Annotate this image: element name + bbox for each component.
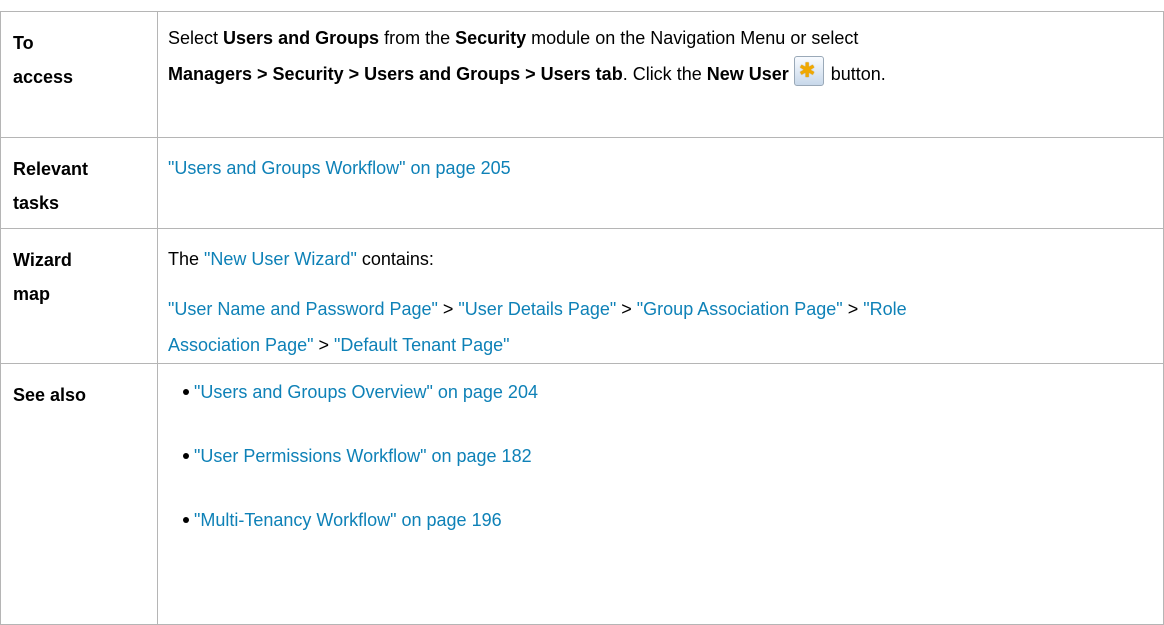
link-group-association-page[interactable]: "Group Association Page" <box>637 299 843 319</box>
bold-new-user: New User <box>706 64 789 84</box>
star-icon: ✱ <box>798 60 816 82</box>
label-relevant-tasks: Relevant tasks <box>0 137 158 229</box>
label-line-1: Relevant <box>13 159 89 179</box>
link-role-association-page-part-1[interactable]: "Role <box>863 299 906 319</box>
separator: > <box>842 299 864 319</box>
list-item: "User Permissions Workflow" on page 182 <box>168 438 1157 502</box>
label-wizard-map: Wizard map <box>0 228 158 364</box>
text: contains: <box>356 249 434 269</box>
label-line-2: map <box>13 284 51 304</box>
list-item: "Users and Groups Overview" on page 204 <box>168 374 1157 438</box>
text: module on the Navigation Menu or select <box>526 28 859 48</box>
link-new-user-wizard[interactable]: "New User Wizard" <box>204 249 357 269</box>
label-see-also: See also <box>0 363 158 625</box>
access-line-2: Managers > Security > Users and Groups >… <box>168 56 1157 92</box>
text: button. <box>825 64 886 84</box>
link-users-and-groups-workflow[interactable]: "Users and Groups Workflow" on page 205 <box>168 158 511 178</box>
separator: > <box>437 299 459 319</box>
link-default-tenant-page[interactable]: "Default Tenant Page" <box>334 335 510 355</box>
row-to-access: To access Select Users and Groups from t… <box>0 11 1164 138</box>
tasks-line: "Users and Groups Workflow" on page 205 <box>168 150 1157 186</box>
bullet-icon <box>183 453 189 459</box>
separator: > <box>616 299 637 319</box>
label-line-1: To <box>13 33 34 53</box>
access-line-1: Select Users and Groups from the Securit… <box>168 20 1157 56</box>
content-see-also: "Users and Groups Overview" on page 204 … <box>157 363 1164 625</box>
separator: > <box>313 335 334 355</box>
label-line-2: access <box>13 67 74 87</box>
bold-security: Security <box>455 28 527 48</box>
row-see-also: See also "Users and Groups Overview" on … <box>0 363 1164 625</box>
text: The <box>168 249 205 269</box>
wizard-intro: The "New User Wizard" contains: <box>168 241 1157 277</box>
wizard-steps: "User Name and Password Page" > "User De… <box>168 291 1157 363</box>
label-to-access: To access <box>0 11 158 138</box>
label-line-1: See also <box>13 385 87 405</box>
link-user-details-page[interactable]: "User Details Page" <box>458 299 616 319</box>
label-line-2: tasks <box>13 193 60 213</box>
link-users-and-groups-overview[interactable]: "Users and Groups Overview" on page 204 <box>194 382 538 402</box>
link-user-name-and-password-page[interactable]: "User Name and Password Page" <box>168 299 438 319</box>
see-also-list: "Users and Groups Overview" on page 204 … <box>168 374 1157 566</box>
info-table: To access Select Users and Groups from t… <box>0 11 1164 625</box>
bold-menu-path: Managers > Security > Users and Groups >… <box>168 64 623 84</box>
content-relevant-tasks: "Users and Groups Workflow" on page 205 <box>157 137 1164 229</box>
link-user-permissions-workflow[interactable]: "User Permissions Workflow" on page 182 <box>194 446 532 466</box>
content-wizard-map: The "New User Wizard" contains: "User Na… <box>157 228 1164 364</box>
bullet-icon <box>183 389 189 395</box>
bold-users-and-groups: Users and Groups <box>223 28 380 48</box>
row-relevant-tasks: Relevant tasks "Users and Groups Workflo… <box>0 137 1164 229</box>
new-user-button-icon[interactable]: ✱ <box>793 56 824 86</box>
list-item: "Multi-Tenancy Workflow" on page 196 <box>168 502 1157 566</box>
text: from the <box>379 28 456 48</box>
link-multi-tenancy-workflow[interactable]: "Multi-Tenancy Workflow" on page 196 <box>194 510 502 530</box>
content-to-access: Select Users and Groups from the Securit… <box>157 11 1164 138</box>
text: . Click the <box>622 64 707 84</box>
row-wizard-map: Wizard map The "New User Wizard" contain… <box>0 228 1164 364</box>
bullet-icon <box>183 517 189 523</box>
link-role-association-page-part-2[interactable]: Association Page" <box>168 335 313 355</box>
text: Select <box>168 28 224 48</box>
label-line-1: Wizard <box>13 250 72 270</box>
